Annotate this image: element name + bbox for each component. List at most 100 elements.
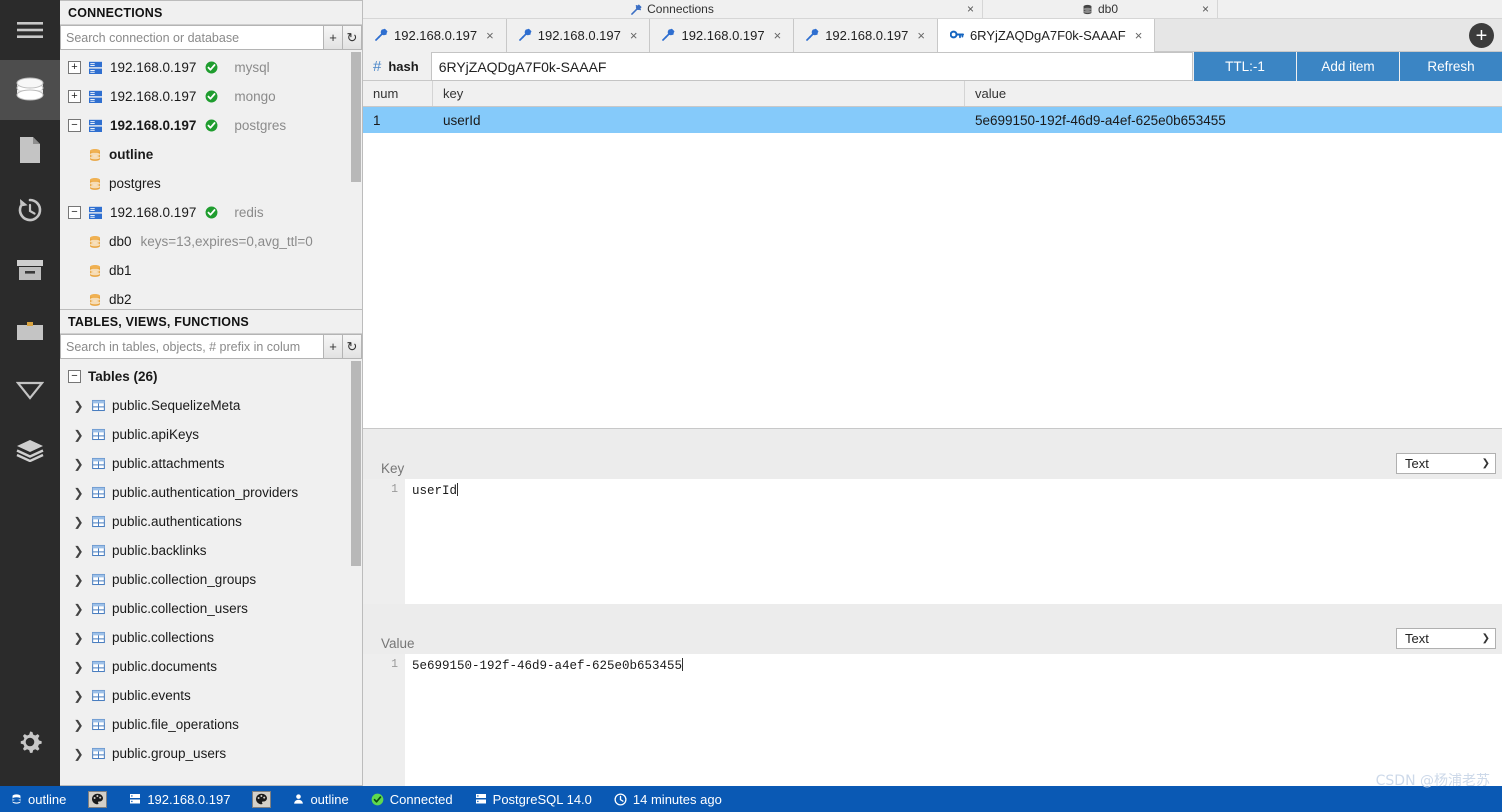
- chevron-right-icon[interactable]: ❯: [72, 486, 85, 500]
- status-host[interactable]: 192.168.0.197: [118, 792, 241, 807]
- table-tree-node[interactable]: ❯ public.collection_users: [60, 594, 362, 623]
- status-last-activity[interactable]: 14 minutes ago: [603, 792, 733, 807]
- ttl-button[interactable]: TTL:-1: [1193, 52, 1296, 81]
- value-editor-content[interactable]: 5e699150-192f-46d9-a4ef-625e0b653455: [405, 654, 1502, 786]
- table-tree-node[interactable]: ❯ public.events: [60, 681, 362, 710]
- chevron-right-icon[interactable]: ❯: [72, 631, 85, 645]
- table-tree-node[interactable]: ❯ public.authentications: [60, 507, 362, 536]
- table-tree-node[interactable]: ❯ public.collection_groups: [60, 565, 362, 594]
- chevron-right-icon[interactable]: ❯: [72, 660, 85, 674]
- expand-toggle-icon[interactable]: −: [68, 119, 81, 132]
- close-icon[interactable]: ×: [1135, 28, 1143, 43]
- new-tab-button[interactable]: +: [1469, 23, 1494, 48]
- connections-scrollbar[interactable]: [350, 50, 362, 309]
- archive-icon[interactable]: [0, 240, 60, 300]
- tab-group-db0[interactable]: db0 ×: [983, 0, 1218, 18]
- table-tree-node[interactable]: ❯ public.attachments: [60, 449, 362, 478]
- value-editor-body[interactable]: 1 5e699150-192f-46d9-a4ef-625e0b653455: [363, 654, 1502, 786]
- tables-scroll-thumb[interactable]: [351, 361, 361, 566]
- layers-icon[interactable]: [0, 420, 60, 480]
- connection-tree-node[interactable]: db2: [60, 285, 362, 309]
- close-icon[interactable]: ×: [630, 28, 638, 43]
- connection-tree-node[interactable]: outline: [60, 140, 362, 169]
- table-tree-node[interactable]: ❯ public.authentication_providers: [60, 478, 362, 507]
- status-palette-2[interactable]: [241, 790, 282, 808]
- editor-tab[interactable]: 192.168.0.197 ×: [794, 19, 938, 52]
- column-header-key[interactable]: key: [433, 81, 965, 106]
- table-tree-node[interactable]: ❯ public.backlinks: [60, 536, 362, 565]
- chevron-right-icon[interactable]: ❯: [72, 747, 85, 761]
- connection-tree-node[interactable]: +192.168.0.197 mysql: [60, 53, 362, 82]
- cell-key[interactable]: userId: [433, 107, 965, 133]
- close-icon[interactable]: ×: [967, 2, 974, 16]
- chevron-right-icon[interactable]: ❯: [72, 544, 85, 558]
- table-tree-node[interactable]: ❯ public.apiKeys: [60, 420, 362, 449]
- table-tree-node[interactable]: ❯ public.SequelizeMeta: [60, 391, 362, 420]
- column-header-num[interactable]: num: [363, 81, 433, 106]
- filter-icon[interactable]: [0, 360, 60, 420]
- sidebar-item-database[interactable]: [0, 60, 60, 120]
- editor-tab[interactable]: 6RYjZAQDgA7F0k-SAAAF ×: [937, 19, 1156, 52]
- connection-tree-node[interactable]: +192.168.0.197 mongo: [60, 82, 362, 111]
- chevron-right-icon[interactable]: ❯: [72, 573, 85, 587]
- add-table-button[interactable]: +: [324, 334, 343, 359]
- tables-search-input[interactable]: [60, 334, 324, 359]
- table-tree-node[interactable]: ❯ public.documents: [60, 652, 362, 681]
- status-palette-1[interactable]: [77, 790, 118, 808]
- key-format-select[interactable]: Text ❯: [1396, 453, 1496, 474]
- connection-tree-node[interactable]: db0 keys=13,expires=0,avg_ttl=0: [60, 227, 362, 256]
- table-tree-node[interactable]: ❯ public.file_operations: [60, 710, 362, 739]
- chevron-right-icon[interactable]: ❯: [72, 515, 85, 529]
- tables-tree[interactable]: − Tables (26) ❯ public.SequelizeMeta ❯ public…: [60, 359, 362, 785]
- history-icon[interactable]: [0, 180, 60, 240]
- menu-icon[interactable]: [0, 0, 60, 60]
- chevron-right-icon[interactable]: ❯: [72, 399, 85, 413]
- refresh-tables-button[interactable]: ↻: [343, 334, 362, 359]
- gear-icon[interactable]: [0, 712, 60, 772]
- tables-group-node[interactable]: − Tables (26): [60, 362, 362, 391]
- value-format-select[interactable]: Text ❯: [1396, 628, 1496, 649]
- connection-tree-node[interactable]: − 192.168.0.197 redis: [60, 198, 362, 227]
- add-item-button[interactable]: Add item: [1296, 52, 1399, 81]
- column-header-value[interactable]: value: [965, 81, 1502, 106]
- connections-tree[interactable]: +192.168.0.197 mysql +192.168.0.197 mongo − 1…: [60, 50, 362, 309]
- close-icon[interactable]: ×: [1202, 2, 1209, 16]
- chevron-right-icon[interactable]: ❯: [72, 457, 85, 471]
- key-editor-body[interactable]: 1 userId: [363, 479, 1502, 604]
- cell-value[interactable]: 5e699150-192f-46d9-a4ef-625e0b653455: [965, 107, 1502, 133]
- editor-tab[interactable]: 192.168.0.197 ×: [650, 19, 795, 52]
- editor-tab[interactable]: 192.168.0.197 ×: [506, 19, 651, 52]
- close-icon[interactable]: ×: [774, 28, 782, 43]
- expand-toggle-icon[interactable]: +: [68, 61, 81, 74]
- connection-tree-node[interactable]: db1: [60, 256, 362, 285]
- connection-tree-node[interactable]: − 192.168.0.197 postgres: [60, 111, 362, 140]
- table-tree-node[interactable]: ❯ public.group_users: [60, 739, 362, 768]
- briefcase-icon[interactable]: [0, 300, 60, 360]
- chevron-right-icon[interactable]: ❯: [72, 689, 85, 703]
- table-row[interactable]: 1 userId 5e699150-192f-46d9-a4ef-625e0b6…: [363, 107, 1502, 133]
- connections-scroll-thumb[interactable]: [351, 52, 361, 182]
- table-tree-node[interactable]: ❯ public.collections: [60, 623, 362, 652]
- status-connection-state[interactable]: Connected: [360, 792, 464, 807]
- connection-tree-node[interactable]: postgres: [60, 169, 362, 198]
- status-server-version[interactable]: PostgreSQL 14.0: [464, 792, 603, 807]
- chevron-right-icon[interactable]: ❯: [72, 428, 85, 442]
- key-editor-content[interactable]: userId: [405, 479, 1502, 604]
- connection-search-input[interactable]: [60, 25, 324, 50]
- status-database[interactable]: outline: [0, 792, 77, 807]
- status-user[interactable]: outline: [282, 792, 359, 807]
- refresh-button[interactable]: Refresh: [1399, 52, 1502, 81]
- chevron-right-icon[interactable]: ❯: [72, 602, 85, 616]
- expand-toggle-icon[interactable]: −: [68, 370, 81, 383]
- close-icon[interactable]: ×: [917, 28, 925, 43]
- add-connection-button[interactable]: +: [324, 25, 343, 50]
- refresh-connections-button[interactable]: ↻: [343, 25, 362, 50]
- editor-tab[interactable]: 192.168.0.197 ×: [363, 19, 507, 52]
- close-icon[interactable]: ×: [486, 28, 494, 43]
- expand-toggle-icon[interactable]: −: [68, 206, 81, 219]
- expand-toggle-icon[interactable]: +: [68, 90, 81, 103]
- tab-group-connections[interactable]: Connections ×: [363, 0, 983, 18]
- chevron-right-icon[interactable]: ❯: [72, 718, 85, 732]
- file-icon[interactable]: [0, 120, 60, 180]
- tables-scrollbar[interactable]: [350, 359, 362, 785]
